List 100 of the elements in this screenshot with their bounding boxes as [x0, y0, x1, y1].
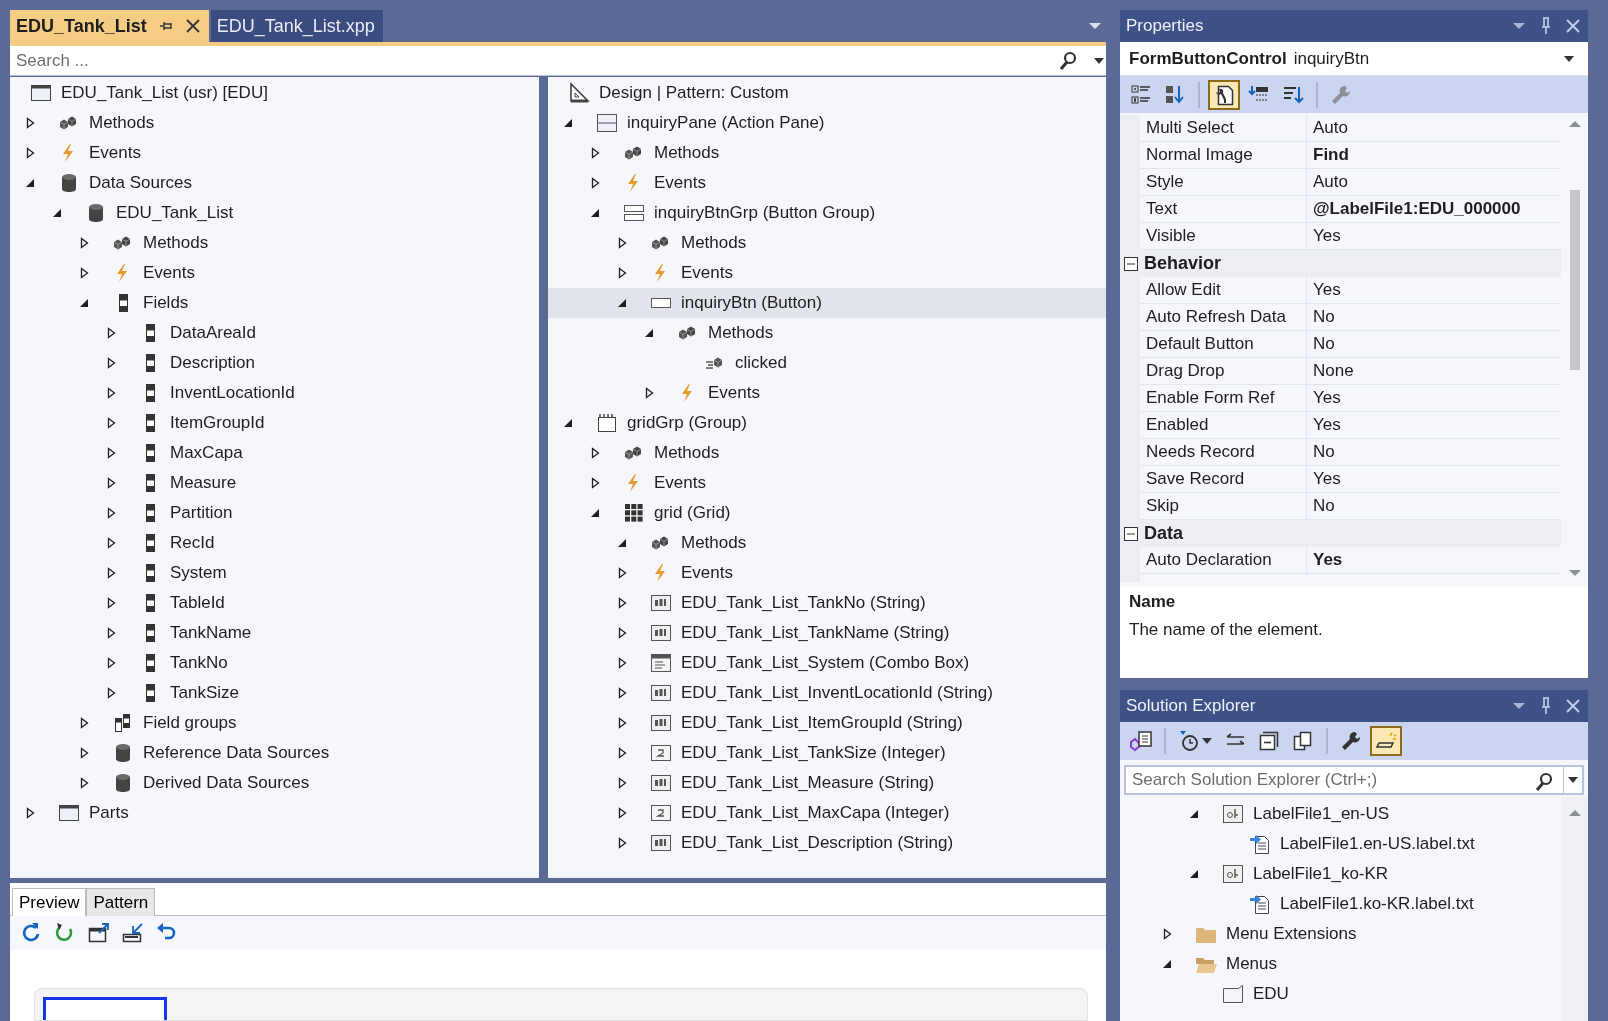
expander-icon[interactable]	[562, 417, 574, 429]
expander-icon[interactable]	[616, 237, 628, 249]
expander-icon[interactable]	[105, 507, 117, 519]
scrollbar-thumb[interactable]	[1569, 190, 1580, 370]
search-field[interactable]: Search Solution Explorer (Ctrl+;)	[1124, 765, 1584, 795]
scrollbar[interactable]	[1561, 797, 1588, 1021]
tree-item[interactable]: Fields	[10, 288, 539, 318]
tree-item[interactable]: Measure	[10, 468, 539, 498]
dropdown-icon[interactable]	[1564, 55, 1574, 62]
property-value[interactable]: No	[1307, 304, 1561, 331]
expander-icon[interactable]	[78, 717, 90, 729]
tree-item[interactable]: gridGrp (Group)	[548, 408, 1106, 438]
tree-item[interactable]: Description	[10, 348, 539, 378]
property-value[interactable]: Yes	[1307, 277, 1561, 304]
tree-item[interactable]: Derived Data Sources	[10, 768, 539, 798]
expander-icon[interactable]	[1188, 808, 1200, 820]
search-icon[interactable]	[1534, 772, 1554, 792]
property-value[interactable]: Yes	[1307, 385, 1561, 412]
collapse-icon[interactable]	[1124, 256, 1138, 271]
tree-item[interactable]: Data Sources	[10, 168, 539, 198]
close-icon[interactable]	[184, 18, 201, 34]
tree-item[interactable]: LabelFile1_en-US	[1120, 799, 1561, 829]
search-icon[interactable]	[1058, 51, 1078, 71]
toolbar-button[interactable]	[1208, 79, 1240, 110]
tree-item[interactable]: EDU_Tank_List	[10, 198, 539, 228]
expander-icon[interactable]	[78, 777, 90, 789]
expander-icon[interactable]	[589, 507, 601, 519]
tree-item[interactable]: Events	[548, 258, 1106, 288]
tree-item[interactable]: Events	[10, 258, 539, 288]
expander-icon[interactable]	[78, 297, 90, 309]
tree-item[interactable]: Partition	[10, 498, 539, 528]
expander-icon[interactable]	[589, 207, 601, 219]
scroll-up-icon[interactable]	[1567, 809, 1582, 817]
expander-icon[interactable]	[643, 327, 655, 339]
tree-item[interactable]: EDU_Tank_List_ItemGroupId (String)	[548, 708, 1106, 738]
preview-control[interactable]	[43, 997, 167, 1020]
expander-icon[interactable]	[105, 417, 117, 429]
expander-icon[interactable]	[105, 477, 117, 489]
pane-tab[interactable]: Pattern	[86, 888, 156, 916]
property-value[interactable]: Yes	[1307, 412, 1561, 439]
expander-icon[interactable]	[616, 687, 628, 699]
property-value[interactable]: No	[1307, 331, 1561, 358]
property-value[interactable]: None	[1307, 358, 1561, 385]
expander-icon[interactable]	[1188, 868, 1200, 880]
tree-item[interactable]: inquiryBtnGrp (Button Group)	[548, 198, 1106, 228]
document-tab[interactable]: EDU_Tank_List.xpp	[210, 10, 383, 42]
tree-item[interactable]: RecId	[10, 528, 539, 558]
tree-item[interactable]: Methods	[548, 138, 1106, 168]
expander-icon[interactable]	[589, 177, 601, 189]
expander-icon[interactable]	[643, 387, 655, 399]
tree-item[interactable]: Events	[548, 558, 1106, 588]
expander-icon[interactable]	[105, 597, 117, 609]
tree-item[interactable]: LabelFile1.en-US.label.txt	[1120, 829, 1561, 859]
tree-item[interactable]: TankNo	[10, 648, 539, 678]
tree-item[interactable]: MaxCapa	[10, 438, 539, 468]
tree-item[interactable]: clicked	[548, 348, 1106, 378]
pin-icon[interactable]	[1540, 697, 1552, 715]
expander-icon[interactable]	[105, 387, 117, 399]
expander-icon[interactable]	[616, 837, 628, 849]
expander-icon[interactable]	[51, 207, 63, 219]
expander-icon[interactable]	[105, 627, 117, 639]
expander-icon[interactable]	[24, 807, 36, 819]
tree-item[interactable]: EDU_Tank_List_TankSize (Integer)	[548, 738, 1106, 768]
tree-item[interactable]: EDU_Tank_List_InventLocationId (String)	[548, 678, 1106, 708]
expander-icon[interactable]	[589, 447, 601, 459]
tree-item[interactable]: Events	[548, 168, 1106, 198]
expander-icon[interactable]	[589, 147, 601, 159]
collapse-icon[interactable]	[1124, 526, 1138, 541]
tree-item[interactable]: TankSize	[10, 678, 539, 708]
expander-icon[interactable]	[616, 297, 628, 309]
expander-icon[interactable]	[105, 357, 117, 369]
tree-item[interactable]: InventLocationId	[10, 378, 539, 408]
tree-item[interactable]: grid (Grid)	[548, 498, 1106, 528]
pop-out-icon[interactable]	[88, 922, 110, 945]
tree-item[interactable]: EDU_Tank_List (usr) [EDU]	[10, 78, 539, 108]
property-value[interactable]: @LabelFile1:EDU_000000	[1307, 196, 1561, 223]
tree-item[interactable]: LabelFile1_ko-KR	[1120, 859, 1561, 889]
tree-item[interactable]: System	[10, 558, 539, 588]
expander-icon[interactable]	[616, 807, 628, 819]
tree-item[interactable]: Field groups	[10, 708, 539, 738]
tree-item[interactable]: Events	[548, 468, 1106, 498]
tree-item[interactable]: Methods	[548, 228, 1106, 258]
expander-icon[interactable]	[1161, 928, 1173, 940]
property-value[interactable]: No	[1307, 439, 1561, 466]
expander-icon[interactable]	[616, 267, 628, 279]
tree-item[interactable]: EDU_Tank_List_Measure (String)	[548, 768, 1106, 798]
tree-item[interactable]: Menus	[1120, 949, 1561, 979]
tree-item[interactable]: Reference Data Sources	[10, 738, 539, 768]
dock-icon[interactable]	[122, 922, 144, 945]
tree-item[interactable]: Methods	[548, 528, 1106, 558]
expander-icon[interactable]	[78, 237, 90, 249]
expander-icon[interactable]	[616, 717, 628, 729]
property-value[interactable]: Find	[1307, 142, 1561, 169]
pane-tab[interactable]: Preview	[12, 888, 87, 916]
tree-item[interactable]: Methods	[548, 438, 1106, 468]
tree-item[interactable]: Design | Pattern: Custom	[548, 78, 1106, 108]
document-tab[interactable]: EDU_Tank_List	[10, 10, 209, 42]
expander-icon[interactable]	[616, 777, 628, 789]
tree-item[interactable]: TankName	[10, 618, 539, 648]
property-value[interactable]: Yes	[1307, 466, 1561, 493]
